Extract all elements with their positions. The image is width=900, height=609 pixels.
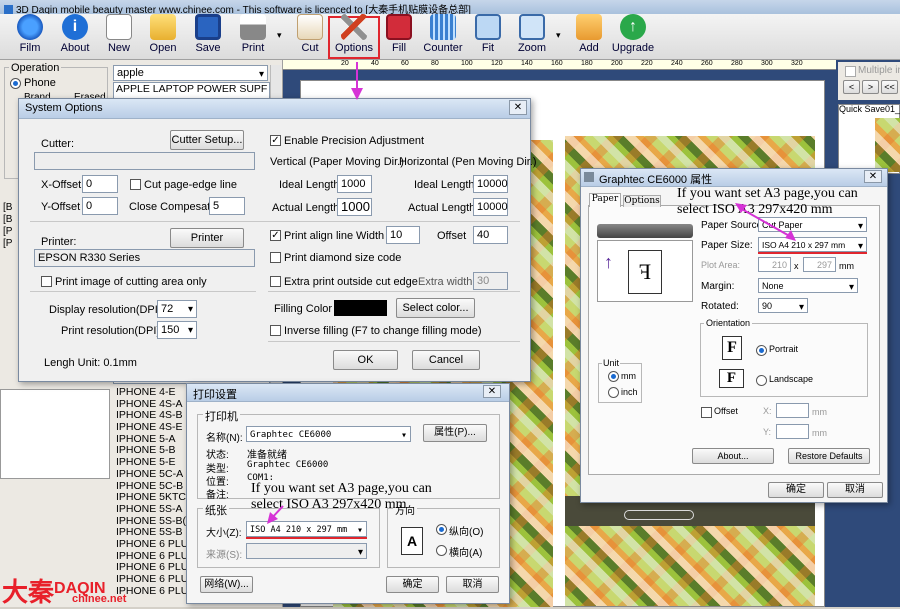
watermark-cn: 大秦	[2, 578, 55, 608]
annotation-arrows	[267, 62, 796, 524]
arrow-to-graphtec-size	[735, 203, 796, 241]
arrow-to-print-size	[267, 505, 284, 524]
watermark-url: chinee.net	[72, 593, 127, 605]
arrow-options-down	[351, 62, 363, 100]
